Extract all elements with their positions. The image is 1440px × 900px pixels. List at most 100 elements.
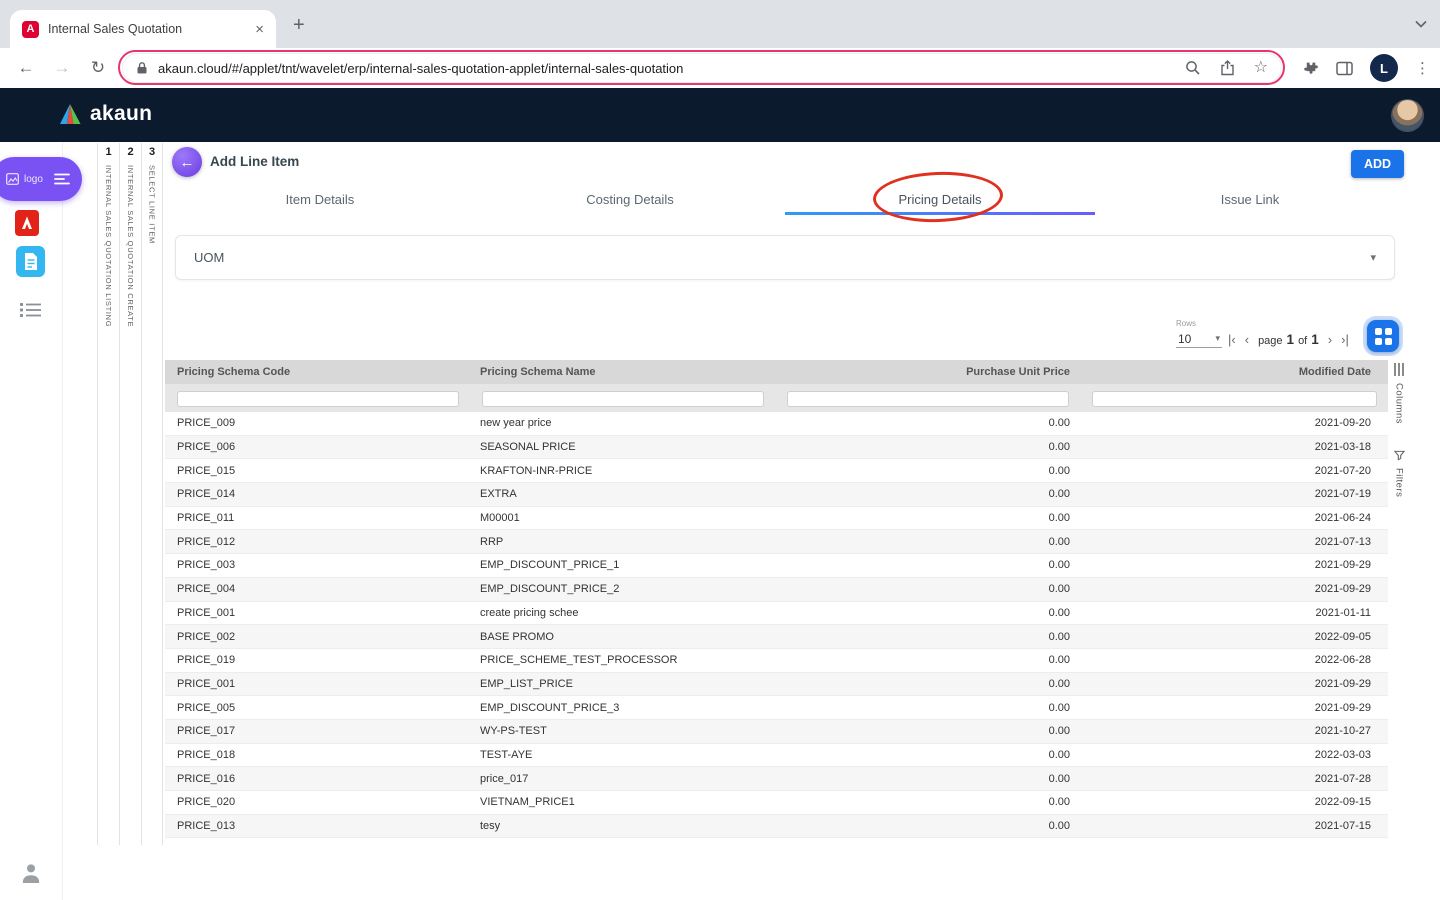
bookmark-star-icon[interactable]: ☆ bbox=[1254, 60, 1268, 76]
table-row[interactable]: PRICE_002 BASE PROMO 0.00 2022-09-05 bbox=[165, 625, 1388, 649]
cell-unit-price: 0.00 bbox=[775, 796, 1080, 808]
cell-unit-price: 0.00 bbox=[775, 631, 1080, 643]
browser-tab[interactable]: A Internal Sales Quotation × bbox=[10, 10, 276, 48]
cell-modified-date: 2021-06-24 bbox=[1080, 512, 1388, 524]
table-row[interactable]: PRICE_013 tesy 0.00 2021-07-15 bbox=[165, 815, 1388, 839]
cell-modified-date: 2021-01-11 bbox=[1080, 607, 1388, 619]
zoom-icon[interactable] bbox=[1185, 60, 1201, 76]
cell-unit-price: 0.00 bbox=[775, 441, 1080, 453]
filters-tool-label[interactable]: Filters bbox=[1394, 468, 1405, 497]
next-page-button[interactable]: › bbox=[1328, 332, 1332, 347]
logo-alt-text: logo bbox=[24, 174, 43, 185]
columns-grip-icon[interactable] bbox=[1394, 363, 1405, 376]
table-row[interactable]: PRICE_001 create pricing schee 0.00 2021… bbox=[165, 602, 1388, 626]
rows-per-page-value: 10 bbox=[1178, 332, 1191, 346]
detail-tab-label: Item Details bbox=[286, 192, 355, 207]
cell-schema-code: PRICE_015 bbox=[165, 465, 470, 477]
detail-tab[interactable]: Pricing Details bbox=[785, 185, 1095, 213]
step-number: 1 bbox=[105, 146, 111, 162]
chevron-down-icon: ▾ bbox=[1370, 251, 1376, 264]
broken-image-icon bbox=[6, 173, 19, 185]
rows-per-page-select[interactable]: 10 ▾ bbox=[1176, 330, 1222, 348]
column-header[interactable]: Purchase Unit Price bbox=[775, 366, 1080, 378]
table-row[interactable]: PRICE_006 SEASONAL PRICE 0.00 2021-03-18 bbox=[165, 436, 1388, 460]
akaun-brand[interactable]: akaun bbox=[58, 102, 152, 126]
pricing-schema-table: Pricing Schema Code Pricing Schema Name … bbox=[165, 360, 1388, 838]
filter-input-date[interactable] bbox=[1092, 391, 1377, 407]
browser-menu-icon[interactable]: ⋮ bbox=[1415, 59, 1430, 77]
cell-schema-name: RRP bbox=[470, 536, 775, 548]
cell-unit-price: 0.00 bbox=[775, 725, 1080, 737]
filter-input-price[interactable] bbox=[787, 391, 1069, 407]
table-row[interactable]: PRICE_015 KRAFTON-INR-PRICE 0.00 2021-07… bbox=[165, 459, 1388, 483]
cell-schema-code: PRICE_011 bbox=[165, 512, 470, 524]
table-row[interactable]: PRICE_020 VIETNAM_PRICE1 0.00 2022-09-15 bbox=[165, 791, 1388, 815]
cell-unit-price: 0.00 bbox=[775, 559, 1080, 571]
list-menu-icon[interactable] bbox=[20, 302, 42, 318]
user-person-icon[interactable] bbox=[21, 862, 41, 884]
table-row[interactable]: PRICE_009 new year price 0.00 2021-09-20 bbox=[165, 412, 1388, 436]
detail-tab[interactable]: Item Details bbox=[165, 185, 475, 213]
cell-schema-name: tesy bbox=[470, 820, 775, 832]
rows-per-page-label: Rows bbox=[1176, 319, 1196, 328]
cell-schema-code: PRICE_001 bbox=[165, 678, 470, 690]
back-nav-button[interactable]: ← bbox=[14, 58, 38, 78]
filter-funnel-icon[interactable] bbox=[1394, 450, 1405, 461]
table-row[interactable]: PRICE_005 EMP_DISCOUNT_PRICE_3 0.00 2021… bbox=[165, 696, 1388, 720]
cell-schema-code: PRICE_006 bbox=[165, 441, 470, 453]
first-page-button[interactable]: |‹ bbox=[1228, 332, 1236, 347]
last-page-button[interactable]: ›| bbox=[1341, 332, 1349, 347]
filter-input-name[interactable] bbox=[482, 391, 764, 407]
pdf-applet-icon[interactable] bbox=[15, 210, 39, 236]
detail-tab[interactable]: Costing Details bbox=[475, 185, 785, 213]
document-applet-icon[interactable] bbox=[16, 246, 45, 277]
step-tab[interactable]: 2 INTERNAL SALES QUOTATION CREATE bbox=[119, 143, 141, 845]
table-row[interactable]: PRICE_016 price_017 0.00 2021-07-28 bbox=[165, 767, 1388, 791]
share-icon[interactable] bbox=[1220, 60, 1235, 76]
cell-schema-name: EMP_DISCOUNT_PRICE_1 bbox=[470, 559, 775, 571]
address-bar[interactable]: akaun.cloud/#/applet/tnt/wavelet/erp/int… bbox=[122, 53, 1282, 83]
new-tab-button[interactable]: + bbox=[293, 14, 305, 37]
uom-select[interactable]: UOM ▾ bbox=[175, 235, 1395, 280]
sidebar-logo-button[interactable]: logo bbox=[0, 157, 82, 201]
side-panel-icon[interactable] bbox=[1336, 61, 1353, 76]
cell-schema-name: EMP_DISCOUNT_PRICE_3 bbox=[470, 702, 775, 714]
table-row[interactable]: PRICE_012 RRP 0.00 2021-07-13 bbox=[165, 530, 1388, 554]
tab-search-chevron-icon[interactable] bbox=[1415, 20, 1427, 28]
detail-tab-label: Costing Details bbox=[586, 192, 673, 207]
brand-text: akaun bbox=[90, 102, 152, 126]
reload-button[interactable]: ↻ bbox=[86, 58, 110, 78]
table-header-row: Pricing Schema Code Pricing Schema Name … bbox=[165, 360, 1388, 384]
step-tab[interactable]: 1 INTERNAL SALES QUOTATION LISTING bbox=[97, 143, 119, 845]
column-header[interactable]: Pricing Schema Name bbox=[470, 366, 775, 378]
detail-tab[interactable]: Issue Link bbox=[1095, 185, 1405, 213]
step-label: INTERNAL SALES QUOTATION CREATE bbox=[126, 165, 135, 327]
cell-modified-date: 2021-07-20 bbox=[1080, 465, 1388, 477]
tab-close-icon[interactable]: × bbox=[255, 22, 264, 37]
table-row[interactable]: PRICE_003 EMP_DISCOUNT_PRICE_1 0.00 2021… bbox=[165, 554, 1388, 578]
table-row[interactable]: PRICE_004 EMP_DISCOUNT_PRICE_2 0.00 2021… bbox=[165, 578, 1388, 602]
table-row[interactable]: PRICE_017 WY-PS-TEST 0.00 2021-10-27 bbox=[165, 720, 1388, 744]
user-profile-photo[interactable] bbox=[1392, 100, 1423, 131]
previous-page-button[interactable]: ‹ bbox=[1245, 332, 1249, 347]
columns-tool-label[interactable]: Columns bbox=[1394, 383, 1405, 424]
browser-profile-button[interactable]: L bbox=[1370, 54, 1398, 82]
lock-icon[interactable] bbox=[136, 61, 148, 75]
cell-schema-code: PRICE_018 bbox=[165, 749, 470, 761]
back-button[interactable]: ← bbox=[172, 147, 202, 177]
cell-modified-date: 2022-03-03 bbox=[1080, 749, 1388, 761]
table-row[interactable]: PRICE_018 TEST-AYE 0.00 2022-03-03 bbox=[165, 744, 1388, 768]
table-row[interactable]: PRICE_001 EMP_LIST_PRICE 0.00 2021-09-29 bbox=[165, 673, 1388, 697]
extensions-puzzle-icon[interactable] bbox=[1302, 60, 1319, 77]
table-settings-grid-button[interactable] bbox=[1367, 320, 1399, 352]
menu-toggle-icon[interactable] bbox=[54, 173, 70, 185]
add-button[interactable]: ADD bbox=[1351, 150, 1404, 178]
step-tab[interactable]: 3 SELECT LINE ITEM bbox=[141, 143, 163, 845]
table-row[interactable]: PRICE_011 M00001 0.00 2021-06-24 bbox=[165, 507, 1388, 531]
table-row[interactable]: PRICE_019 PRICE_SCHEME_TEST_PROCESSOR 0.… bbox=[165, 649, 1388, 673]
filter-input-code[interactable] bbox=[177, 391, 459, 407]
table-row[interactable]: PRICE_014 EXTRA 0.00 2021-07-19 bbox=[165, 483, 1388, 507]
column-header[interactable]: Pricing Schema Code bbox=[165, 366, 470, 378]
column-header[interactable]: Modified Date bbox=[1080, 366, 1388, 378]
forward-nav-button[interactable]: → bbox=[50, 58, 74, 78]
